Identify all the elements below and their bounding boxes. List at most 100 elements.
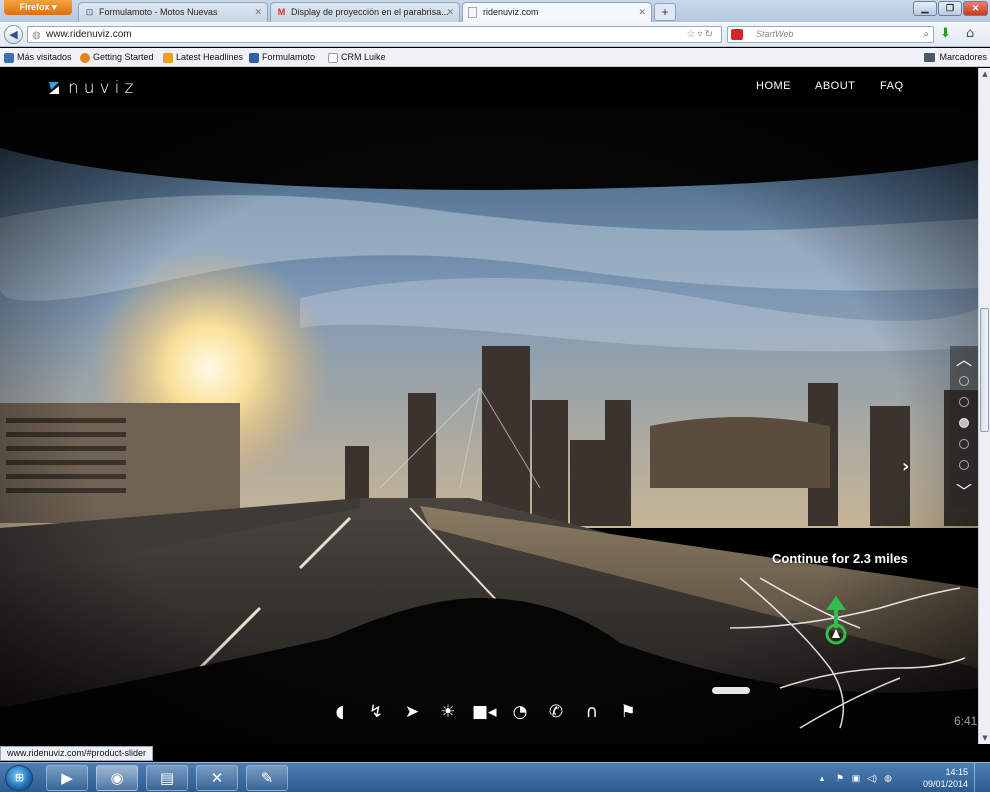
firefox-menu-button[interactable]: Firefox ▾ [4,0,72,15]
paint-icon[interactable]: ✎ [246,765,288,791]
hero-image [0,108,978,744]
formulamoto-favicon-icon: ⊡ [85,7,94,17]
tab-ridenuviz[interactable]: ridenuviz.com ✕ [462,2,652,22]
bookmark-star-icon[interactable]: ☆▿↻ [687,27,715,42]
file-explorer-icon[interactable]: ▤ [146,765,188,791]
action-center-icon[interactable]: ⚑ [834,772,846,784]
slider-dot-active[interactable] [959,418,969,428]
show-desktop-button[interactable] [974,763,986,792]
bookmark-label: Getting Started [93,52,154,62]
speedometer-icon[interactable]: ◔ [508,700,532,724]
site-identity-icon[interactable]: ◍ [32,28,41,43]
product-slider-controls: ︿ ﹀ [950,346,978,508]
address-bar[interactable]: ◍ www.ridenuviz.com ☆▿↻ [27,26,722,43]
bookmark-formulamoto[interactable]: Formulamoto [249,51,315,64]
bookmark-label: Latest Headlines [176,52,244,62]
slider-dot[interactable] [959,460,969,470]
bookmark-label: Formulamoto [262,52,316,62]
tab-close-icon[interactable]: ✕ [254,3,262,21]
tab-bar: Firefox ▾ ⊡ Formulamoto - Motos Nuevas ✕… [0,0,990,22]
slider-dot[interactable] [959,397,969,407]
search-icon[interactable]: ⌕ [923,27,929,42]
firefox-menu-label: Firefox [19,2,50,12]
nuviz-logo-icon[interactable]: ↯ [364,700,388,724]
search-placeholder: StartWeb [756,29,794,39]
page-icon [328,53,338,63]
security-icon[interactable]: ◍ [882,772,894,784]
clock-date[interactable]: 09/01/2014 [923,779,968,789]
scroll-up-arrow-icon[interactable]: ▲ [979,68,990,80]
search-input[interactable]: StartWeb ⌕ [727,26,934,43]
rss-icon [163,53,173,63]
feature-icon-bar: ◖ ↯ ➤ ☀ ■◂ ◔ ✆ ∩ ⚑ [328,700,648,726]
bookmarks-toolbar: Más visitados Getting Started Latest Hea… [0,48,990,67]
scrollbar-thumb[interactable] [980,308,989,432]
back-button[interactable]: ◀ [4,25,23,44]
download-icon[interactable]: ⬇ [940,27,951,41]
bookmark-mas-visitados[interactable]: Más visitados [4,51,72,64]
bookmark-crm-luike[interactable]: CRM Luike [328,51,386,64]
close-window-button[interactable]: ✕ [963,1,988,16]
scroll-down-arrow-icon[interactable]: ▼ [979,732,990,744]
tab-display-proyeccion[interactable]: M Display de proyección en el parabrisa.… [270,2,460,22]
nav-home[interactable]: HOME [756,80,791,92]
media-player-icon[interactable]: ▶ [46,765,88,791]
nuviz-logo[interactable]: nuviz [46,77,138,99]
page-viewport: nuviz HOME ABOUT FAQ ︿ ﹀ › Continue for … [0,68,978,744]
system-tray: ▴ ⚑ ▣ ◁) ◍ 14:15 09/01/2014 [816,763,986,792]
url-text: www.ridenuviz.com [46,29,132,40]
flag-icon[interactable]: ⚑ [616,700,640,724]
clock-time[interactable]: 14:15 [945,767,968,777]
page-icon [468,7,477,18]
tab-label: ridenuviz.com [483,7,539,17]
slider-dot[interactable] [959,439,969,449]
hud-time: 6:41 [954,714,978,728]
firefox-icon[interactable]: ◉ [96,765,138,791]
next-slide-arrow-icon[interactable]: › [902,456,909,477]
formulamoto-icon [249,53,259,63]
bookmarks-menu-button[interactable]: Marcadores [924,51,987,64]
tab-close-icon[interactable]: ✕ [638,3,646,21]
bookmark-getting-started[interactable]: Getting Started [80,51,154,64]
home-icon[interactable]: ⌂ [966,26,974,42]
bookmark-latest-headlines[interactable]: Latest Headlines [163,51,243,64]
excel-icon[interactable]: ✕ [196,765,238,791]
vertical-scrollbar[interactable]: ▲ ▼ [978,68,990,744]
gmail-icon: M [277,7,286,17]
slider-down-arrow-icon[interactable]: ﹀ [954,484,974,500]
most-visited-icon [4,53,14,63]
bookmark-label: CRM Luike [341,52,386,62]
windows-taskbar: ⊞ ▶ ◉ ▤ ✕ ✎ ▴ ⚑ ▣ ◁) ◍ 14:15 09/01/2014 [0,762,990,792]
bookmark-label: Más visitados [17,52,72,62]
logo-text: nuviz [68,78,139,98]
phone-icon[interactable]: ✆ [544,700,568,724]
show-hidden-icons-icon[interactable]: ▴ [816,772,828,784]
nav-faq[interactable]: FAQ [880,80,904,92]
network-icon[interactable]: ▣ [850,772,862,784]
navigation-arrow-icon[interactable]: ➤ [400,700,424,724]
brightness-icon[interactable]: ☀ [436,700,460,724]
vignette [0,108,978,744]
tab-formulamoto[interactable]: ⊡ Formulamoto - Motos Nuevas ✕ [78,2,268,22]
status-bar-link: www.ridenuviz.com/#product-slider [0,746,154,761]
start-button[interactable]: ⊞ [5,765,33,791]
tab-label: Formulamoto - Motos Nuevas [99,7,218,17]
minimize-button[interactable]: ▁ [913,1,937,16]
slider-up-arrow-icon[interactable]: ︿ [954,352,974,368]
video-camera-icon[interactable]: ■◂ [472,700,497,724]
slider-dot[interactable] [959,376,969,386]
tab-label: Display de proyección en el parabrisa... [291,7,449,17]
hud-instruction: Continue for 2.3 miles [772,551,908,566]
volume-icon[interactable]: ◁) [866,772,878,784]
bookmarks-menu-icon [924,53,936,62]
helmet-icon[interactable]: ◖ [328,700,352,724]
headphones-icon[interactable]: ∩ [580,700,604,724]
site-header: nuviz HOME ABOUT FAQ [0,68,978,108]
tab-close-icon[interactable]: ✕ [446,3,454,21]
restore-button[interactable]: ❐ [938,1,962,16]
nav-about[interactable]: ABOUT [815,80,855,92]
search-engine-icon[interactable] [731,29,743,40]
firefox-icon [80,53,90,63]
new-tab-button[interactable]: + [654,3,676,21]
windows-logo-icon: ⊞ [14,771,25,784]
